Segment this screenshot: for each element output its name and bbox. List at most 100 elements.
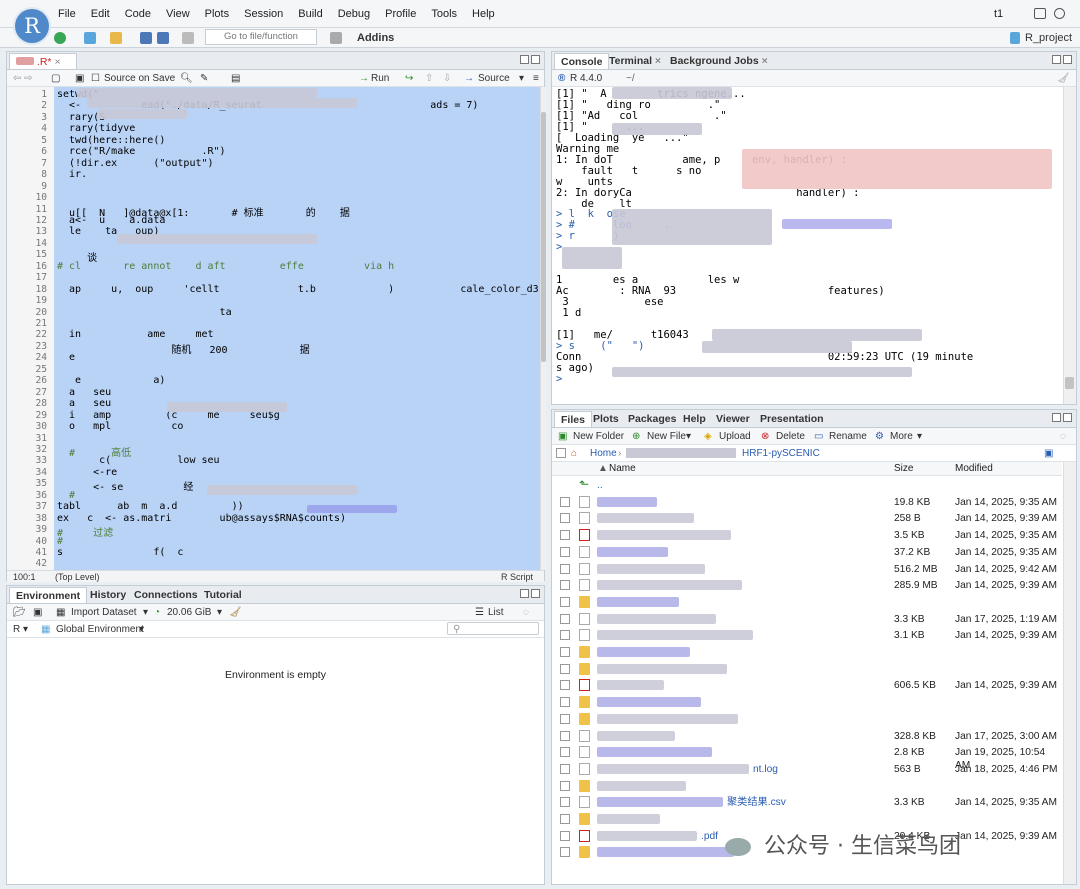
wand-icon[interactable]: ✎ xyxy=(200,72,208,85)
breadcrumb-current[interactable]: HRF1-pySCENIC xyxy=(742,447,820,460)
tab-plots[interactable]: Plots xyxy=(587,411,625,427)
file-row[interactable]: 606.5 KB Jan 14, 2025, 9:39 AM xyxy=(552,677,1062,694)
close-icon[interactable]: × xyxy=(655,55,661,67)
rename-button[interactable]: Rename xyxy=(829,430,867,443)
more-button[interactable]: More xyxy=(890,430,913,443)
file-name[interactable]: nt.log xyxy=(753,763,778,776)
import-dataset-button[interactable]: Import Dataset xyxy=(71,606,137,619)
file-row[interactable]: nt.log 563 B Jan 18, 2025, 4:46 PM xyxy=(552,761,1062,778)
file-row[interactable] xyxy=(552,811,1062,828)
grid-icon[interactable] xyxy=(330,31,342,45)
menu-file[interactable]: File xyxy=(58,8,76,20)
menu-plots[interactable]: Plots xyxy=(205,8,229,20)
go-to-wd-icon[interactable]: ▣ xyxy=(1044,447,1053,460)
run-icon[interactable]: → xyxy=(359,72,369,85)
tab-connections[interactable]: Connections xyxy=(128,587,204,603)
file-checkbox[interactable] xyxy=(560,546,570,557)
file-checkbox[interactable] xyxy=(560,563,570,574)
file-checkbox[interactable] xyxy=(560,797,570,808)
window-buttons[interactable] xyxy=(518,589,540,600)
search-icon[interactable]: 🔍︎ xyxy=(180,72,193,85)
menu-view[interactable]: View xyxy=(166,8,190,20)
save-all-icon[interactable] xyxy=(157,31,169,45)
menu-edit[interactable]: Edit xyxy=(91,8,110,20)
file-checkbox[interactable] xyxy=(560,663,570,674)
console-output[interactable]: [1] " A trics ngene...[1] " ding ro ."[1… xyxy=(552,87,1062,404)
close-icon[interactable]: × xyxy=(54,56,60,68)
new-folder-icon[interactable]: ▣ xyxy=(558,430,567,443)
menu-code[interactable]: Code xyxy=(125,8,151,20)
col-size[interactable]: Size xyxy=(894,463,913,474)
upload-button[interactable]: Upload xyxy=(719,430,751,443)
print-icon[interactable] xyxy=(182,31,194,45)
scope-menu[interactable]: (Top Level) xyxy=(55,571,100,583)
logout-icon[interactable] xyxy=(1034,8,1046,19)
outline-toggle-icon[interactable]: ≡ xyxy=(533,72,539,85)
file-checkbox[interactable] xyxy=(560,780,570,791)
menu-tools[interactable]: Tools xyxy=(431,8,457,20)
file-row[interactable] xyxy=(552,594,1062,611)
menu-build[interactable]: Build xyxy=(298,8,322,20)
open-icon[interactable]: 📂︎ xyxy=(13,606,26,619)
file-checkbox[interactable] xyxy=(560,596,570,607)
chevron-down-icon[interactable]: ▾ xyxy=(217,606,222,619)
view-mode-menu[interactable]: List xyxy=(488,606,504,619)
down-icon[interactable]: ⇩ xyxy=(443,72,451,85)
col-modified[interactable]: Modified xyxy=(955,463,993,474)
rename-icon[interactable]: ▭ xyxy=(814,430,823,443)
file-checkbox[interactable] xyxy=(560,680,570,691)
tab-packages[interactable]: Packages xyxy=(622,411,682,427)
save-icon[interactable]: ▣ xyxy=(33,606,42,619)
file-name[interactable]: .pdf xyxy=(701,830,718,843)
breadcrumb-home[interactable]: Home xyxy=(590,447,617,460)
file-checkbox[interactable] xyxy=(560,580,570,591)
tab-environment[interactable]: Environment xyxy=(9,587,88,603)
parent-row[interactable]: ⬑ .. xyxy=(552,477,1062,494)
window-buttons[interactable] xyxy=(518,55,540,66)
file-row[interactable]: 328.8 KB Jan 17, 2025, 3:00 AM xyxy=(552,728,1062,745)
file-checkbox[interactable] xyxy=(560,763,570,774)
file-name[interactable]: 聚类结果.csv xyxy=(727,796,786,809)
file-row[interactable]: 37.2 KB Jan 14, 2025, 9:35 AM xyxy=(552,544,1062,561)
clear-console-icon[interactable]: 🧹︎ xyxy=(1057,72,1070,85)
tab-tutorial[interactable]: Tutorial xyxy=(198,587,248,603)
file-row[interactable]: 聚类结果.csv 3.3 KB Jan 14, 2025, 9:35 AM xyxy=(552,794,1062,811)
file-row[interactable]: 516.2 MB Jan 14, 2025, 9:42 AM xyxy=(552,561,1062,578)
file-checkbox[interactable] xyxy=(560,830,570,841)
file-checkbox[interactable] xyxy=(560,530,570,541)
chevron-down-icon[interactable]: ▾ xyxy=(917,430,922,443)
col-name[interactable]: Name xyxy=(609,463,636,474)
file-checkbox[interactable] xyxy=(560,730,570,741)
show-in-window-icon[interactable]: ▢ xyxy=(51,72,60,85)
rerun-icon[interactable]: ↪ xyxy=(405,72,413,85)
new-folder-button[interactable]: New Folder xyxy=(573,430,624,443)
open-file-icon[interactable] xyxy=(110,31,122,45)
file-row[interactable]: 3.3 KB Jan 17, 2025, 1:19 AM xyxy=(552,611,1062,628)
new-file-icon[interactable]: ⊕ xyxy=(632,430,640,443)
chevron-down-icon[interactable]: ▾ xyxy=(139,623,144,636)
memory-usage[interactable]: 20.06 GiB xyxy=(167,606,211,619)
new-file-button[interactable]: New File xyxy=(647,430,686,443)
select-all-checkbox[interactable] xyxy=(556,448,566,458)
file-checkbox[interactable] xyxy=(560,647,570,657)
file-row[interactable]: 3.5 KB Jan 14, 2025, 9:35 AM xyxy=(552,527,1062,544)
file-checkbox[interactable] xyxy=(560,814,570,824)
scope-menu[interactable]: Global Environment xyxy=(56,623,144,636)
file-row[interactable]: 19.8 KB Jan 14, 2025, 9:35 AM xyxy=(552,494,1062,511)
tab-presentation[interactable]: Presentation xyxy=(754,411,830,427)
chevron-down-icon[interactable]: ▾ xyxy=(23,623,28,636)
file-row[interactable]: 2.8 KB Jan 19, 2025, 10:54 AM xyxy=(552,744,1062,771)
chevron-down-icon[interactable]: ▾ xyxy=(519,72,524,85)
file-row[interactable] xyxy=(552,694,1062,711)
file-checkbox[interactable] xyxy=(560,630,570,641)
broom-icon[interactable]: 🧹︎ xyxy=(229,606,242,619)
refresh-icon[interactable]: ◌ xyxy=(1060,430,1066,443)
new-project-icon[interactable] xyxy=(84,31,96,45)
code-area[interactable]: 1 2 3 4 5 6 7 8 9 10 11 12 13 14 15 16 17 18 19 20 21 22 23 24 2… xyxy=(7,87,546,570)
upload-icon[interactable]: ◈ xyxy=(704,430,712,443)
window-buttons[interactable] xyxy=(1050,413,1072,424)
up-icon[interactable]: ⇧ xyxy=(425,72,433,85)
window-buttons[interactable] xyxy=(1050,55,1072,66)
file-row[interactable] xyxy=(552,661,1062,678)
source-on-save-checkbox[interactable]: ☐ xyxy=(91,72,100,85)
